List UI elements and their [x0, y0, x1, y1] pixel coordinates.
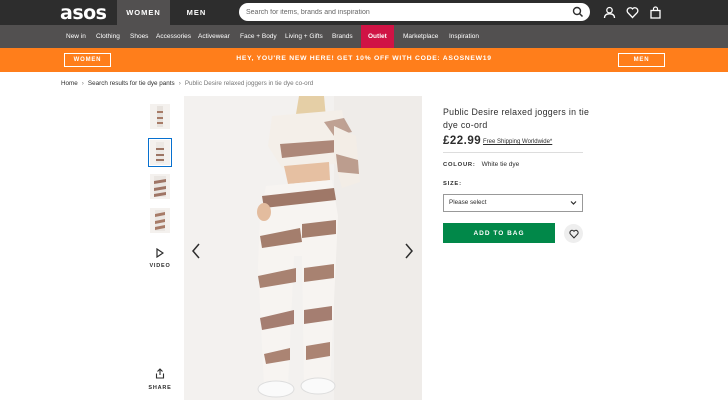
colour-info: COLOUR: White tie dye	[443, 161, 519, 168]
gallery-thumbnail[interactable]	[150, 174, 170, 199]
share-label[interactable]: SHARE	[145, 385, 175, 391]
save-for-later-button[interactable]	[564, 224, 583, 243]
heart-icon	[568, 229, 579, 239]
bag-icon[interactable]	[649, 6, 662, 19]
product-price: £22.99	[443, 135, 482, 147]
product-image[interactable]	[184, 96, 422, 400]
product-photo	[184, 96, 422, 400]
nav-marketplace[interactable]: Marketplace	[398, 25, 443, 48]
nav-new-in[interactable]: New in	[61, 25, 91, 48]
category-nav: New in Clothing Shoes Accessories Active…	[0, 25, 728, 48]
gallery-thumbnail[interactable]	[150, 104, 170, 129]
nav-face-body[interactable]: Face + Body	[235, 25, 282, 48]
nav-activewear[interactable]: Activewear	[193, 25, 235, 48]
size-selected-value: Please select	[449, 199, 487, 206]
search-input[interactable]	[246, 8, 566, 16]
chevron-down-icon	[570, 201, 577, 205]
previous-image-arrow[interactable]	[190, 242, 202, 260]
tab-women[interactable]: WOMEN	[117, 0, 170, 25]
breadcrumb-separator: ›	[81, 80, 84, 87]
search-bar	[239, 3, 590, 21]
nav-shoes[interactable]: Shoes	[125, 25, 153, 48]
account-icon[interactable]	[603, 6, 616, 19]
next-image-arrow[interactable]	[403, 242, 415, 260]
heart-icon[interactable]	[626, 6, 639, 19]
nav-brands[interactable]: Brands	[327, 25, 358, 48]
nav-inspiration[interactable]: Inspiration	[444, 25, 484, 48]
nav-clothing[interactable]: Clothing	[91, 25, 125, 48]
play-icon[interactable]	[156, 248, 164, 258]
colour-label: COLOUR:	[443, 162, 476, 168]
nav-outlet[interactable]: Outlet	[361, 25, 394, 48]
divider	[443, 152, 583, 153]
free-shipping-link[interactable]: Free Shipping Worldwide*	[483, 139, 552, 145]
nav-living-gifts[interactable]: Living + Gifts	[280, 25, 328, 48]
nav-accessories[interactable]: Accessories	[151, 25, 196, 48]
tab-men[interactable]: MEN	[170, 0, 223, 25]
search-icon[interactable]	[572, 6, 584, 18]
breadcrumb-separator: ›	[178, 80, 181, 87]
video-label[interactable]: VIDEO	[145, 263, 175, 269]
gallery-thumbnail[interactable]	[150, 208, 170, 233]
colour-value: White tie dye	[481, 161, 520, 168]
size-select[interactable]: Please select	[443, 194, 583, 212]
breadcrumb-home[interactable]: Home	[61, 80, 78, 87]
asos-logo[interactable]: asos	[60, 2, 107, 24]
product-title: Public Desire relaxed joggers in tie dye…	[443, 107, 590, 130]
breadcrumb: Home › Search results for tie dye pants › Pu…	[61, 80, 313, 87]
add-to-bag-button[interactable]: ADD TO BAG	[443, 223, 555, 243]
gallery-thumbnail[interactable]	[148, 138, 172, 167]
size-label: SIZE:	[443, 181, 462, 187]
breadcrumb-search[interactable]: Search results for tie dye pants	[88, 80, 175, 87]
top-bar: asos WOMEN MEN	[0, 0, 728, 25]
promo-men-button[interactable]: MEN	[618, 53, 665, 67]
breadcrumb-current: Public Desire relaxed joggers in tie dye…	[184, 80, 314, 87]
share-icon[interactable]	[155, 368, 165, 379]
promo-banner: WOMEN HEY, YOU'RE NEW HERE! GET 10% OFF …	[0, 48, 728, 72]
